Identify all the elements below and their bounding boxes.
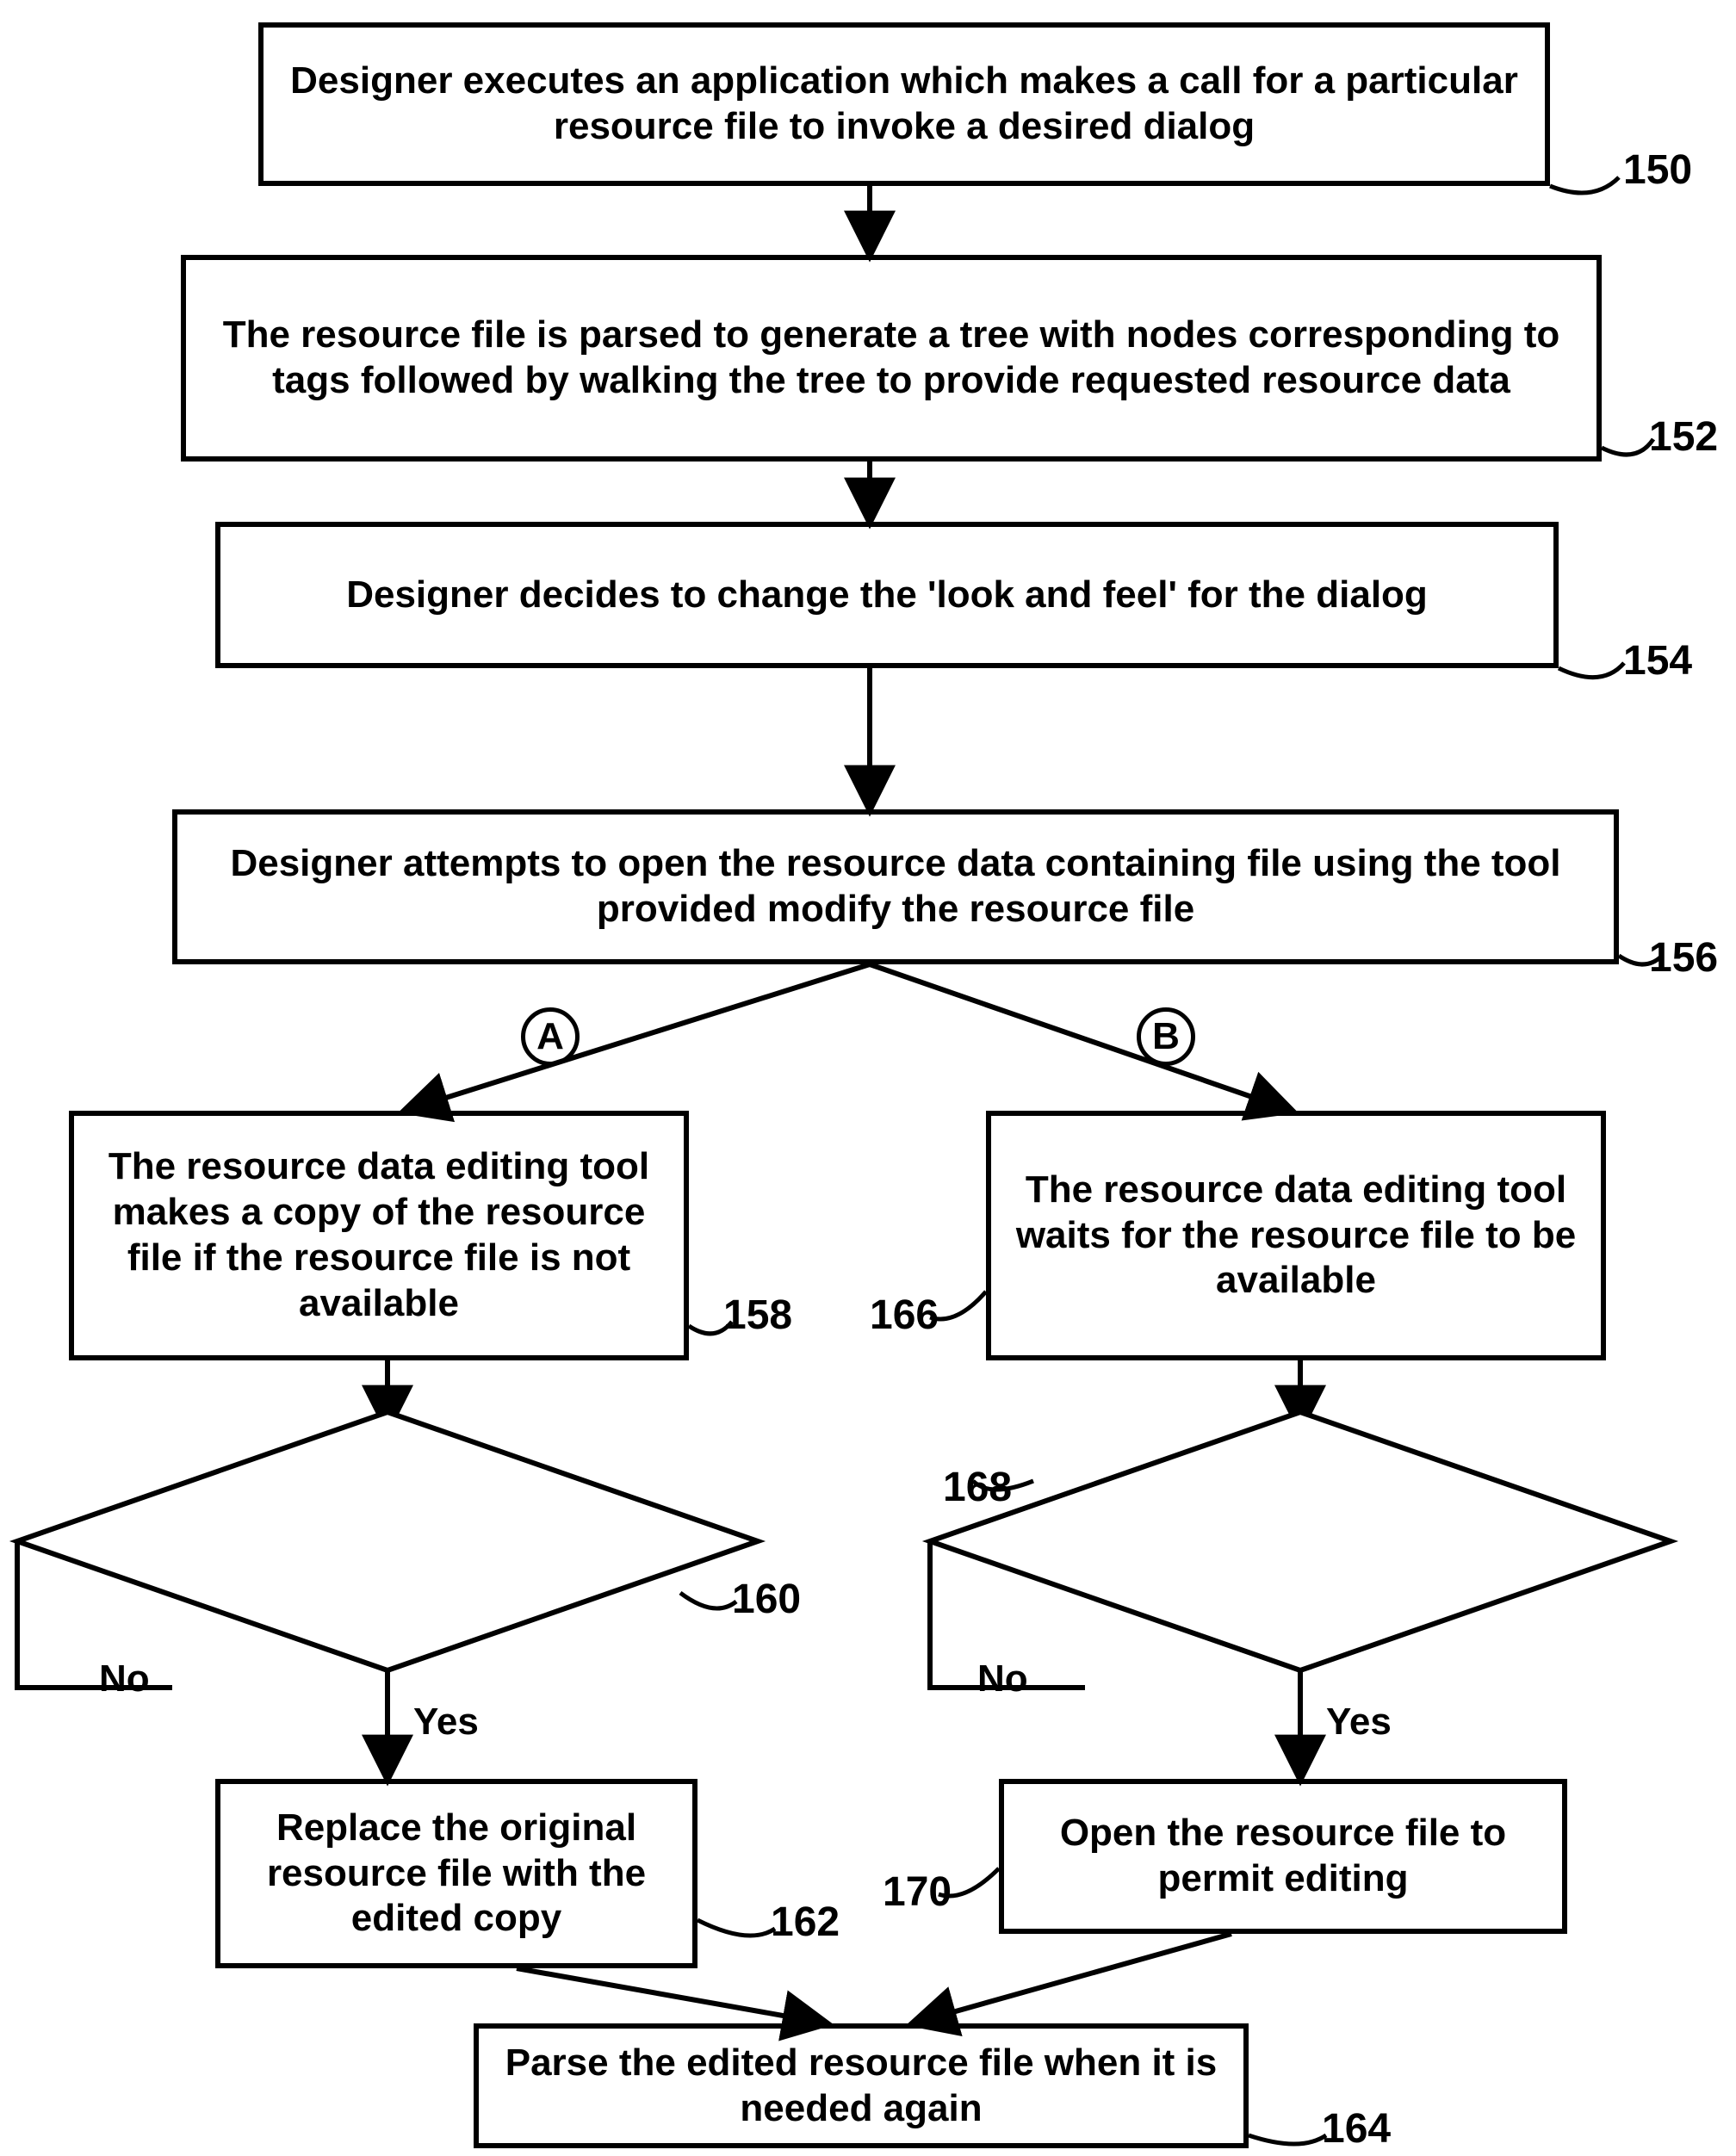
decision-node-160-text: Is the original resource file closed? — [146, 1490, 629, 1581]
edge-label-no-A: No — [99, 1657, 150, 1701]
process-node-170: Open the resource file to permit editing — [999, 1779, 1567, 1934]
ref-label-160: 160 — [732, 1576, 801, 1623]
ref-label-152: 152 — [1649, 413, 1718, 461]
process-node-152: The resource file is parsed to generate … — [181, 255, 1602, 462]
ref-label-168: 168 — [943, 1464, 1012, 1511]
ref-label-150: 150 — [1623, 146, 1692, 194]
process-node-154: Designer decides to change the 'look and… — [215, 522, 1559, 668]
node-text: The resource file is parsed to generate … — [210, 313, 1572, 404]
process-node-166: The resource data editing tool waits for… — [986, 1111, 1606, 1360]
edge-label-yes-B: Yes — [1326, 1701, 1392, 1744]
process-node-164: Parse the edited resource file when it i… — [474, 2023, 1249, 2148]
node-text: Replace the original resource file with … — [245, 1806, 668, 1942]
ref-label-166: 166 — [870, 1292, 939, 1339]
node-text: Open the resource file to permit editing — [1028, 1811, 1538, 1902]
ref-label-158: 158 — [723, 1292, 792, 1339]
process-node-150: Designer executes an application which m… — [258, 22, 1550, 186]
label-text: A — [536, 1015, 564, 1058]
node-text: Is the original resource file closed? — [1059, 1490, 1541, 1578]
ref-label-154: 154 — [1623, 637, 1692, 685]
edge-label-no-B: No — [977, 1657, 1028, 1701]
node-text: Is the original resource file closed? — [146, 1490, 629, 1578]
node-text: The resource data editing tool waits for… — [1015, 1168, 1577, 1304]
branch-label-A: A — [521, 1007, 580, 1066]
node-text: Designer decides to change the 'look and… — [346, 573, 1428, 618]
branch-label-B: B — [1137, 1007, 1195, 1066]
label-text: B — [1152, 1015, 1180, 1058]
ref-label-164: 164 — [1322, 2105, 1391, 2153]
process-node-162: Replace the original resource file with … — [215, 1779, 698, 1968]
ref-label-170: 170 — [883, 1868, 952, 1916]
decision-node-168-text: Is the original resource file closed? — [1059, 1490, 1541, 1581]
process-node-156: Designer attempts to open the resource d… — [172, 809, 1619, 964]
node-text: Parse the edited resource file when it i… — [503, 2041, 1219, 2132]
flowchart-canvas: Designer executes an application which m… — [0, 0, 1736, 2156]
process-node-158: The resource data editing tool makes a c… — [69, 1111, 689, 1360]
edge-label-yes-A: Yes — [413, 1701, 479, 1744]
ref-label-156: 156 — [1649, 934, 1718, 982]
node-text: The resource data editing tool makes a c… — [98, 1144, 660, 1326]
node-text: Designer executes an application which m… — [288, 59, 1521, 150]
node-text: Designer attempts to open the resource d… — [202, 841, 1590, 932]
ref-label-162: 162 — [771, 1899, 840, 1946]
